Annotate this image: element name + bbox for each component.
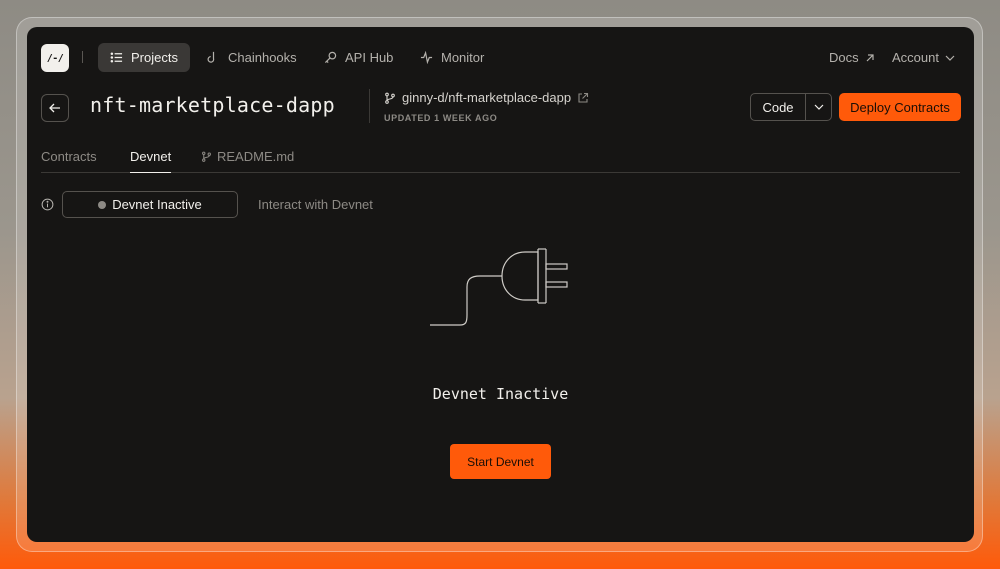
app-window: /-/ Projects Chainhooks API Hub Monitor …	[27, 27, 974, 542]
tab-devnet[interactable]: Devnet	[130, 149, 172, 173]
updated-timestamp: UPDATED 1 WEEK AGO	[384, 113, 498, 123]
code-button-group: Code	[750, 93, 832, 121]
repo-link[interactable]: ginny-d/nft-marketplace-dapp	[384, 90, 589, 105]
arrow-left-icon	[49, 103, 60, 113]
nav-item-monitor[interactable]: Monitor	[408, 43, 496, 72]
devnet-status-label: Devnet Inactive	[112, 197, 202, 212]
code-dropdown-button[interactable]	[806, 94, 831, 120]
header-divider	[369, 89, 370, 123]
chevron-down-icon	[814, 104, 823, 110]
page-title: nft-marketplace-dapp	[90, 93, 335, 117]
nav-item-projects[interactable]: Projects	[98, 43, 190, 72]
logo[interactable]: /-/	[41, 44, 69, 72]
list-icon	[110, 52, 123, 63]
project-tabs: Contracts Devnet README.md	[41, 145, 960, 173]
nav-item-label: API Hub	[345, 50, 394, 65]
status-dot	[98, 200, 107, 209]
tab-label: Devnet	[130, 149, 172, 164]
account-label: Account	[892, 50, 939, 65]
tab-label: README.md	[217, 149, 295, 164]
git-branch-icon	[202, 151, 211, 162]
code-button[interactable]: Code	[751, 94, 806, 120]
arrow-up-right-icon	[866, 53, 874, 61]
chevron-down-icon	[945, 55, 955, 61]
tab-label: Contracts	[41, 149, 97, 164]
docs-label: Docs	[829, 50, 859, 65]
repo-name: ginny-d/nft-marketplace-dapp	[402, 90, 572, 105]
start-devnet-button[interactable]: Start Devnet	[450, 444, 551, 479]
nav-item-label: Chainhooks	[228, 50, 297, 65]
external-link-icon	[578, 92, 589, 103]
account-menu[interactable]: Account	[892, 43, 955, 72]
nav-item-api-hub[interactable]: API Hub	[312, 43, 405, 72]
top-nav: /-/ Projects Chainhooks API Hub Monitor …	[27, 27, 974, 87]
hook-icon	[207, 51, 215, 63]
key-icon	[324, 51, 337, 64]
back-button[interactable]	[41, 94, 69, 122]
tab-readme[interactable]: README.md	[201, 149, 294, 173]
nav-item-chainhooks[interactable]: Chainhooks	[195, 43, 309, 72]
plug-icon	[430, 248, 568, 326]
nav-item-label: Projects	[131, 50, 178, 65]
docs-link[interactable]: Docs	[829, 43, 875, 72]
empty-state-title: Devnet Inactive	[432, 385, 569, 403]
nav-item-label: Monitor	[441, 50, 485, 65]
git-branch-icon	[385, 92, 395, 104]
nav-divider	[82, 51, 83, 63]
tab-contracts[interactable]: Contracts	[41, 149, 97, 173]
activity-icon	[420, 51, 433, 64]
devnet-status-badge[interactable]: Devnet Inactive	[62, 191, 238, 218]
deploy-contracts-button[interactable]: Deploy Contracts	[839, 93, 961, 121]
interact-with-devnet-link[interactable]: Interact with Devnet	[258, 197, 373, 212]
info-icon[interactable]	[41, 198, 54, 211]
